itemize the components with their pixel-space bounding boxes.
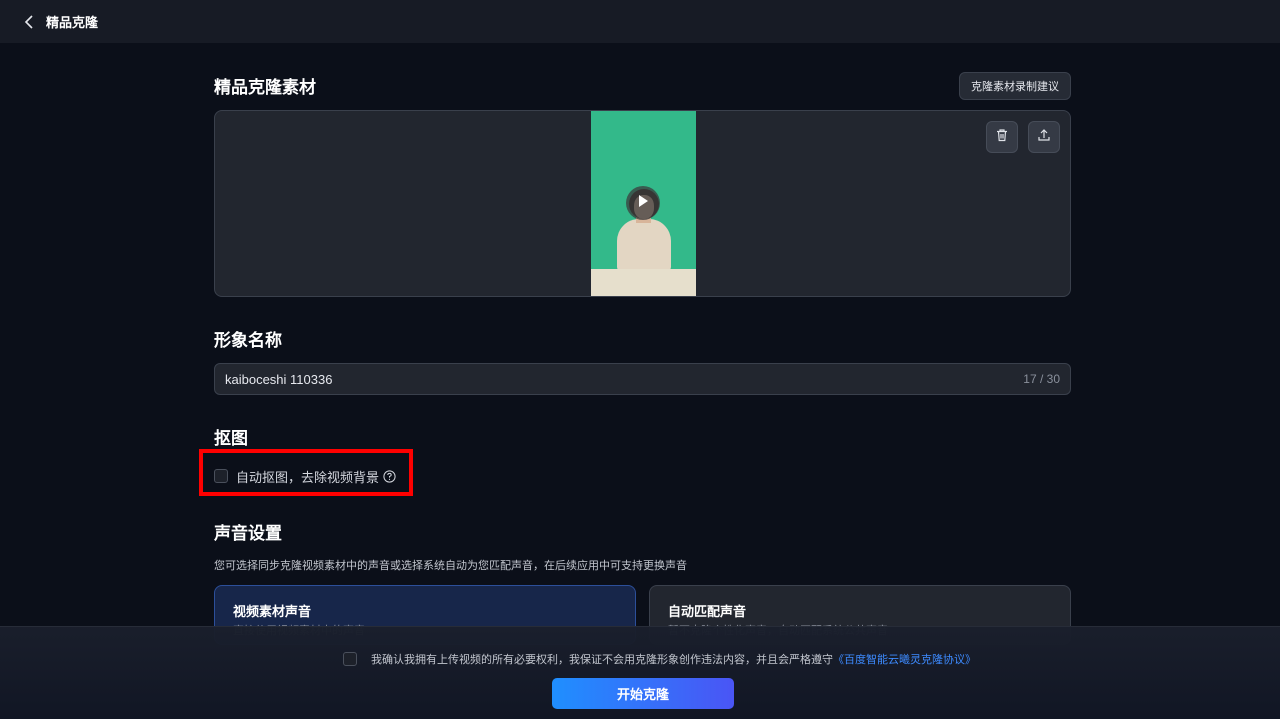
footer-bar: 我确认我拥有上传视频的所有必要权利，我保证不会用克隆形象创作违法内容，并且会严格… <box>0 626 1280 719</box>
voice-description: 您可选择同步克隆视频素材中的声音或选择系统自动为您匹配声音，在后续应用中可支持更… <box>214 560 687 572</box>
material-section-title: 精品克隆素材 <box>214 78 316 97</box>
play-icon <box>637 194 649 213</box>
page-title: 精品克隆 <box>46 15 99 30</box>
recording-tips-button[interactable]: 克隆素材录制建议 <box>959 72 1071 100</box>
chevron-left-icon[interactable] <box>22 14 36 29</box>
delete-button[interactable] <box>986 121 1018 153</box>
upload-icon <box>1037 128 1051 147</box>
char-counter: 17 / 30 <box>1023 372 1060 386</box>
agreement-row: 我确认我拥有上传视频的所有必要权利，我保证不会用克隆形象创作违法内容，并且会严格… <box>343 651 976 667</box>
start-clone-button[interactable]: 开始克隆 <box>552 678 734 709</box>
play-button[interactable] <box>626 186 660 220</box>
avatar-name-input[interactable] <box>215 364 1024 394</box>
agreement-text: 我确认我拥有上传视频的所有必要权利，我保证不会用克隆形象创作违法内容，并且会严格… <box>371 654 833 666</box>
upload-button[interactable] <box>1028 121 1060 153</box>
avatar-name-field: 17 / 30 <box>214 363 1071 395</box>
highlight-box <box>199 449 413 496</box>
material-preview <box>214 110 1071 297</box>
voice-option-title: 视频素材声音 <box>233 604 312 619</box>
agreement-link[interactable]: 《百度智能云曦灵克隆协议》 <box>833 651 976 667</box>
top-bar: 精品克隆 <box>0 0 1280 43</box>
voice-option-title: 自动匹配声音 <box>668 604 747 619</box>
avatar-name-section-title: 形象名称 <box>214 331 282 350</box>
trash-icon <box>995 128 1009 147</box>
matting-section-title: 抠图 <box>214 429 248 448</box>
agreement-checkbox[interactable] <box>343 652 357 666</box>
voice-section-title: 声音设置 <box>214 524 282 543</box>
